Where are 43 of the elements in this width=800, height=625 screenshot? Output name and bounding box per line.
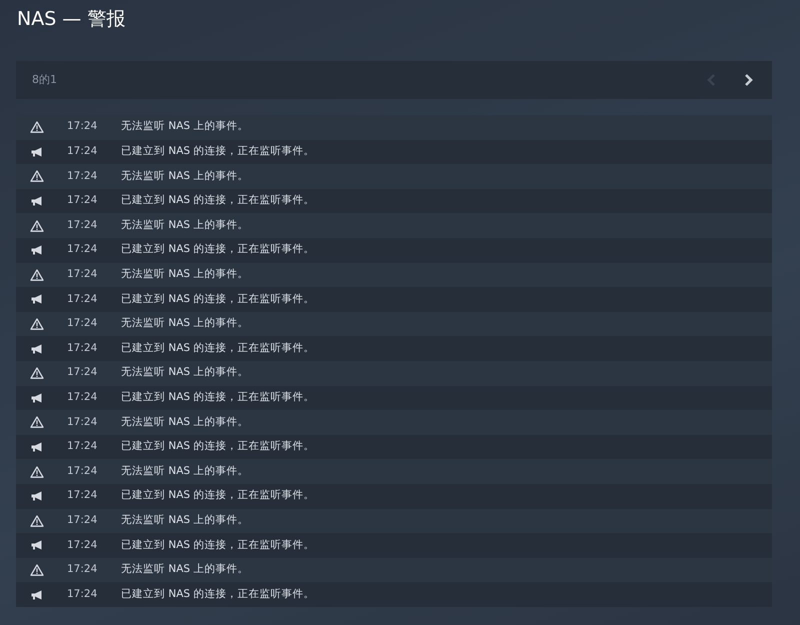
alert-message: 已建立到 NAS 的连接，正在监听事件。 xyxy=(121,144,314,160)
alert-time: 17:24 xyxy=(67,464,98,479)
chevron-right-icon xyxy=(742,73,754,87)
alert-time: 17:24 xyxy=(67,316,98,332)
alert-message: 无法监听 NAS 上的事件。 xyxy=(121,316,248,332)
alert-message: 已建立到 NAS 的连接，正在监听事件。 xyxy=(121,439,314,454)
alert-message: 无法监听 NAS 上的事件。 xyxy=(121,512,248,528)
alert-message: 已建立到 NAS 的连接，正在监听事件。 xyxy=(121,586,314,602)
alert-time: 17:24 xyxy=(67,439,98,454)
alert-time: 17:24 xyxy=(67,488,98,504)
alert-time: 17:24 xyxy=(67,414,98,430)
alert-message: 无法监听 NAS 上的事件。 xyxy=(121,464,248,479)
alert-message: 无法监听 NAS 上的事件。 xyxy=(121,414,248,430)
alert-time: 17:24 xyxy=(67,242,98,258)
alert-message: 无法监听 NAS 上的事件。 xyxy=(121,266,248,282)
page-title: NAS — 警报 xyxy=(17,7,126,32)
alert-time: 17:24 xyxy=(67,340,98,356)
alert-time: 17:24 xyxy=(67,168,98,184)
alert-time: 17:24 xyxy=(67,390,98,405)
page-counter: 8的1 xyxy=(32,72,57,88)
alert-time: 17:24 xyxy=(67,538,98,553)
alert-time: 17:24 xyxy=(67,144,98,160)
alert-message: 已建立到 NAS 的连接，正在监听事件。 xyxy=(121,390,314,405)
alert-message: 无法监听 NAS 上的事件。 xyxy=(121,562,248,578)
alert-time: 17:24 xyxy=(67,562,98,578)
alert-message: 无法监听 NAS 上的事件。 xyxy=(121,218,248,233)
alert-message: 已建立到 NAS 的连接，正在监听事件。 xyxy=(121,292,314,307)
alert-message: 无法监听 NAS 上的事件。 xyxy=(121,365,248,380)
alert-message: 已建立到 NAS 的连接，正在监听事件。 xyxy=(121,538,314,553)
alert-time: 17:24 xyxy=(67,586,98,602)
alert-time: 17:24 xyxy=(67,512,98,528)
alert-time: 17:24 xyxy=(67,119,98,134)
alert-message: 已建立到 NAS 的连接，正在监听事件。 xyxy=(121,340,314,356)
alert-time: 17:24 xyxy=(67,292,98,307)
alert-message: 已建立到 NAS 的连接，正在监听事件。 xyxy=(121,242,314,258)
alert-message: 已建立到 NAS 的连接，正在监听事件。 xyxy=(121,488,314,504)
alert-time: 17:24 xyxy=(67,266,98,282)
alert-message: 已建立到 NAS 的连接，正在监听事件。 xyxy=(121,193,314,208)
alert-time: 17:24 xyxy=(67,365,98,380)
alert-time: 17:24 xyxy=(67,193,98,208)
alert-message: 无法监听 NAS 上的事件。 xyxy=(121,119,248,134)
alert-time: 17:24 xyxy=(67,218,98,233)
alert-message: 无法监听 NAS 上的事件。 xyxy=(121,168,248,184)
